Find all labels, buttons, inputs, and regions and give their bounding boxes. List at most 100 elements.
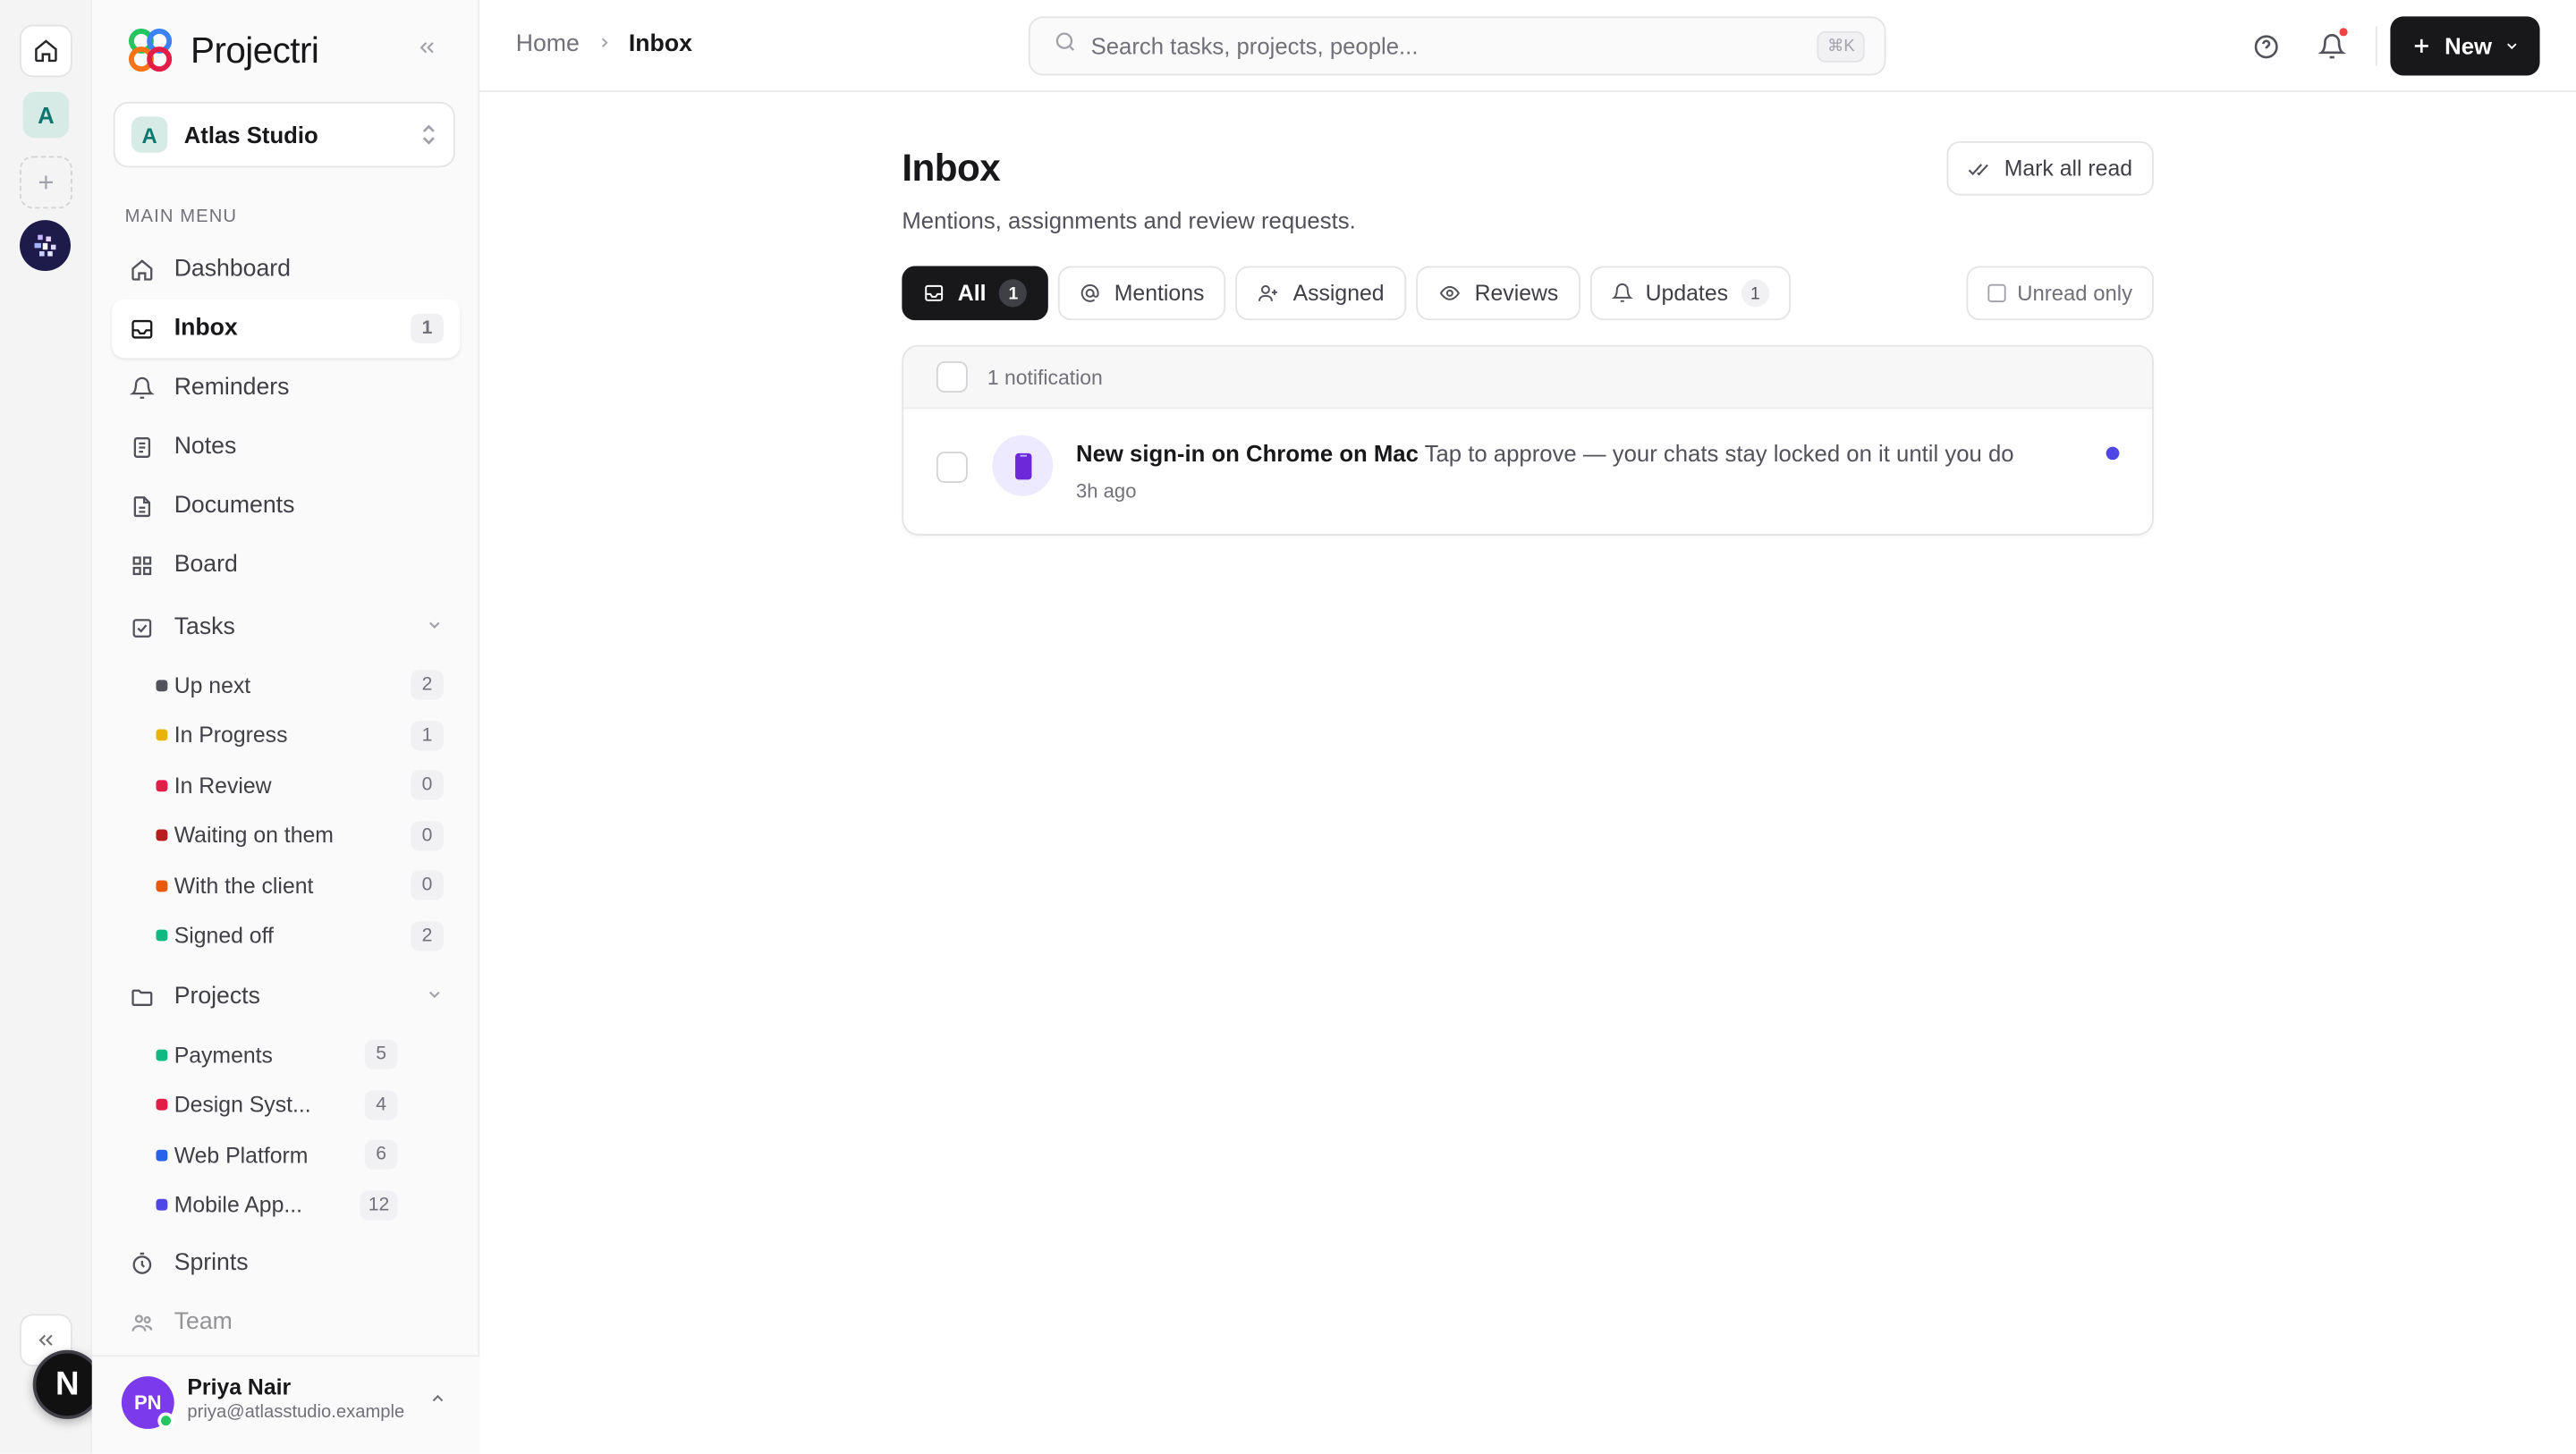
- project-dot: [156, 1099, 168, 1112]
- search-shortcut: ⌘K: [1817, 30, 1865, 62]
- home-icon: [128, 257, 154, 283]
- project-label: Mobile App...: [174, 1192, 303, 1218]
- notification-list: 1 notification New sign-in on Chrome on …: [902, 344, 2154, 536]
- project-label: Web Platform: [174, 1142, 309, 1168]
- projects-group-toggle[interactable]: Projects: [112, 964, 460, 1029]
- tab-assigned[interactable]: Assigned: [1235, 266, 1406, 321]
- app-name: Projectri: [191, 30, 319, 71]
- sidebar-item-inbox[interactable]: Inbox 1: [111, 299, 461, 359]
- mark-all-read-button[interactable]: Mark all read: [1946, 140, 2154, 196]
- sidebar-item-reminders[interactable]: Reminders: [112, 358, 460, 417]
- sidebar-item-dashboard[interactable]: Dashboard: [112, 240, 460, 299]
- task-status-signed-off[interactable]: Signed off 2: [112, 910, 460, 960]
- sidebar-item-board[interactable]: Board: [112, 536, 460, 595]
- tasks-label: Tasks: [174, 613, 235, 641]
- sidebar-item-label: Sprints: [174, 1249, 249, 1277]
- search-input[interactable]: [1090, 32, 1818, 60]
- page-subtitle: Mentions, assignments and review request…: [902, 207, 1356, 233]
- workspace-selector[interactable]: A Atlas Studio: [113, 101, 455, 168]
- task-status-with-client[interactable]: With the client 0: [112, 860, 460, 910]
- bell-icon: [1611, 283, 1632, 302]
- logo: Projectri: [125, 26, 319, 75]
- tab-label: All: [957, 281, 987, 306]
- sidebar-item-label: Dashboard: [174, 256, 291, 283]
- breadcrumb-home-link[interactable]: Home: [516, 31, 580, 57]
- workspace-avatar: A: [131, 116, 168, 153]
- tab-count: 1: [1741, 279, 1769, 308]
- status-dot: [156, 880, 168, 892]
- notification-row[interactable]: New sign-in on Chrome on Mac Tap to appr…: [903, 409, 2152, 534]
- task-status-waiting[interactable]: Waiting on them 0: [112, 810, 460, 860]
- bell-icon: [128, 375, 154, 401]
- inbox-tabs: All 1 Mentions Assigned Reviews Updates …: [902, 266, 1791, 321]
- chevron-up-down-icon: [420, 123, 436, 147]
- notes-icon: [128, 434, 154, 460]
- user-plus-icon: [1258, 284, 1277, 301]
- main-nav: Dashboard Inbox 1 Reminders Notes Docume…: [111, 240, 461, 1351]
- task-status-in-review[interactable]: In Review 0: [112, 760, 460, 810]
- status-dot: [156, 729, 168, 741]
- task-count-badge: 0: [411, 870, 444, 900]
- tab-label: Mentions: [1114, 281, 1205, 306]
- inbox-count-badge: 1: [411, 313, 444, 343]
- chevron-up-icon: [428, 1390, 446, 1413]
- tab-label: Assigned: [1292, 281, 1385, 306]
- select-all-checkbox[interactable]: [936, 361, 968, 393]
- checkbox-icon: [128, 614, 154, 640]
- online-status-indicator: [157, 1412, 174, 1429]
- unread-only-checkbox[interactable]: [1987, 283, 2006, 302]
- collapse-sidebar-icon[interactable]: [416, 36, 439, 67]
- inbox-icon: [128, 316, 154, 342]
- project-payments[interactable]: Payments 5: [112, 1030, 460, 1080]
- notification-time: 3h ago: [1076, 479, 1137, 503]
- project-count-badge: 6: [364, 1140, 398, 1171]
- timer-icon: [128, 1250, 154, 1276]
- tab-mentions[interactable]: Mentions: [1058, 266, 1226, 321]
- unread-only-toggle[interactable]: Unread only: [1966, 266, 2154, 321]
- team-icon: [128, 1309, 154, 1335]
- project-count-badge: 4: [364, 1090, 398, 1120]
- main-menu-label: MAIN MENU: [124, 207, 238, 227]
- tab-all[interactable]: All 1: [902, 266, 1049, 321]
- notification-count: 1 notification: [987, 365, 1103, 389]
- workspace-switch-button[interactable]: A: [22, 91, 70, 139]
- task-status-in-progress[interactable]: In Progress 1: [112, 710, 460, 760]
- chevron-right-icon: [596, 33, 612, 56]
- mark-all-read-label: Mark all read: [2004, 156, 2133, 182]
- project-web-platform[interactable]: Web Platform 6: [112, 1130, 460, 1180]
- user-menu[interactable]: PN Priya Nair priya@atlasstudio.example: [91, 1355, 480, 1454]
- task-status-up-next[interactable]: Up next 2: [112, 660, 460, 710]
- task-status-label: Waiting on them: [174, 823, 334, 849]
- new-button-label: New: [2445, 32, 2493, 60]
- notification-checkbox[interactable]: [936, 452, 968, 483]
- sidebar-item-label: Reminders: [174, 374, 290, 402]
- notifications-bell-icon[interactable]: [2313, 28, 2349, 63]
- app-logo-icon[interactable]: [20, 220, 71, 272]
- unread-indicator: [2106, 446, 2120, 461]
- breadcrumb-current: Inbox: [628, 30, 692, 58]
- sidebar-item-sprints[interactable]: Sprints: [112, 1233, 460, 1292]
- add-workspace-button[interactable]: [20, 156, 72, 209]
- status-dot: [156, 930, 168, 942]
- eye-icon: [1439, 285, 1460, 300]
- tab-reviews[interactable]: Reviews: [1415, 266, 1580, 321]
- new-button[interactable]: New: [2390, 16, 2540, 76]
- unread-only-label: Unread only: [2017, 281, 2133, 306]
- search-bar[interactable]: ⌘K: [1028, 16, 1886, 76]
- at-icon: [1081, 283, 1100, 302]
- sidebar-item-notes[interactable]: Notes: [112, 418, 460, 477]
- grid-icon: [128, 552, 154, 578]
- user-name: Priya Nair: [187, 1374, 292, 1399]
- status-dot: [156, 829, 168, 841]
- project-count-badge: 12: [360, 1190, 398, 1221]
- tasks-group-toggle[interactable]: Tasks: [112, 595, 460, 660]
- sidebar-item-documents[interactable]: Documents: [112, 477, 460, 536]
- project-design-system[interactable]: Design Syst... 4: [112, 1080, 460, 1130]
- home-icon[interactable]: [20, 24, 72, 78]
- sidebar-item-team[interactable]: Team: [112, 1292, 460, 1351]
- project-mobile-app[interactable]: Mobile App... 12: [112, 1180, 460, 1230]
- projects-label: Projects: [174, 984, 260, 1010]
- help-icon[interactable]: [2248, 28, 2284, 63]
- tab-updates[interactable]: Updates 1: [1589, 266, 1791, 321]
- user-email: priya@atlasstudio.example: [187, 1402, 405, 1423]
